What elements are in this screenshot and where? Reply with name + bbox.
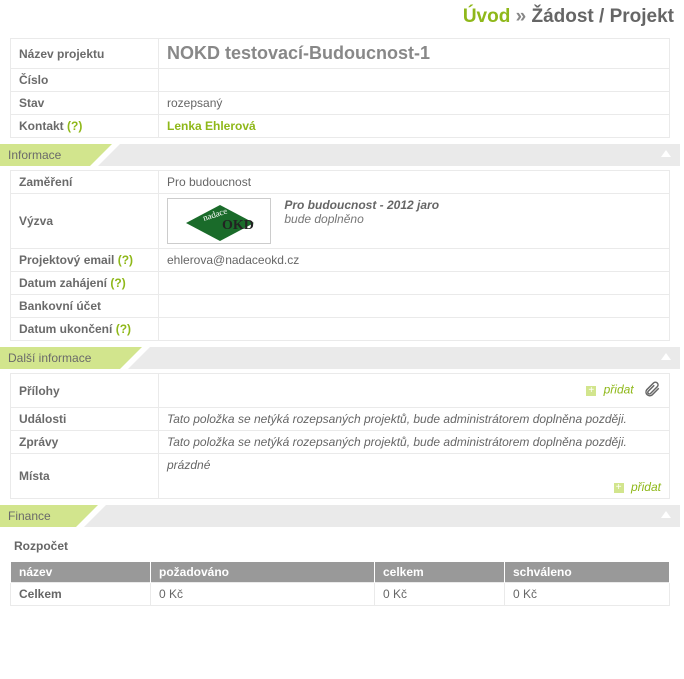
- cell-row-label: Celkem: [11, 583, 151, 606]
- label-project-contact: Kontakt (?): [11, 115, 159, 138]
- add-place-link[interactable]: přidat: [631, 480, 661, 494]
- value-zamereni: Pro budoucnost: [159, 171, 670, 194]
- label-vyzva: Výzva: [11, 194, 159, 249]
- section-title-finance: Finance: [0, 505, 76, 527]
- col-approved: schváleno: [505, 562, 670, 583]
- help-icon[interactable]: (?): [67, 119, 82, 133]
- label-udalosti: Události: [11, 408, 159, 431]
- label-prilohy: Přílohy: [11, 374, 159, 408]
- label-zamereni: Zaměření: [11, 171, 159, 194]
- section-bar-dalsi: Další informace: [0, 347, 680, 369]
- breadcrumb-home-link[interactable]: Úvod: [463, 6, 511, 27]
- cell-requested: 0 Kč: [151, 583, 375, 606]
- collapse-icon[interactable]: [658, 508, 674, 524]
- label-project-email: Projektový email (?): [11, 249, 159, 272]
- section-title-informace: Informace: [0, 144, 90, 166]
- section-title-dalsi: Další informace: [0, 347, 120, 369]
- value-project-state: rozepsaný: [159, 92, 670, 115]
- label-bank-account: Bankovní účet: [11, 295, 159, 318]
- label-start-date: Datum zahájení (?): [11, 272, 159, 295]
- msg-udalosti: Tato položka se netýká rozepsaných proje…: [167, 412, 627, 426]
- value-project-email: ehlerova@nadaceokd.cz: [159, 249, 670, 272]
- project-header-table: Název projektu NOKD testovací-Budoucnost…: [10, 38, 670, 138]
- dalsi-table: Přílohy + přidat Události Tato položka s…: [10, 373, 670, 499]
- value-project-number: [159, 69, 670, 92]
- label-zpravy: Zprávy: [11, 431, 159, 454]
- value-mista: prázdné + přidat: [159, 454, 670, 499]
- breadcrumb-separator: »: [516, 6, 527, 27]
- label-mista: Místa: [11, 454, 159, 499]
- label-end-date: Datum ukončení (?): [11, 318, 159, 341]
- mista-empty: prázdné: [167, 458, 210, 472]
- msg-zpravy: Tato položka se netýká rozepsaných proje…: [167, 435, 627, 449]
- breadcrumb: Úvod » Žádost / Projekt: [0, 0, 684, 38]
- col-requested: požadováno: [151, 562, 375, 583]
- label-project-state: Stav: [11, 92, 159, 115]
- vyzva-subtitle: bude doplněno: [284, 212, 439, 226]
- cell-total: 0 Kč: [375, 583, 505, 606]
- label-project-name: Název projektu: [11, 39, 159, 69]
- value-start-date: [159, 272, 670, 295]
- help-icon[interactable]: (?): [118, 253, 133, 267]
- foundation-logo: nadace OKD: [167, 198, 271, 244]
- label-project-number: Číslo: [11, 69, 159, 92]
- table-header-row: název požadováno celkem schváleno: [11, 562, 670, 583]
- budget-heading: Rozpočet: [0, 531, 684, 561]
- plus-icon: +: [586, 386, 596, 396]
- section-bar-informace: Informace: [0, 144, 680, 166]
- project-title: NOKD testovací-Budoucnost-1: [167, 43, 430, 63]
- section-bar-finance: Finance: [0, 505, 680, 527]
- breadcrumb-current: Žádost / Projekt: [531, 6, 674, 27]
- table-row: Celkem 0 Kč 0 Kč 0 Kč: [11, 583, 670, 606]
- vyzva-title: Pro budoucnost - 2012 jaro: [284, 198, 439, 212]
- paperclip-icon[interactable]: [643, 380, 661, 401]
- value-vyzva: nadace OKD Pro budoucnost - 2012 jaro bu…: [159, 194, 670, 249]
- cell-approved: 0 Kč: [505, 583, 670, 606]
- budget-table: název požadováno celkem schváleno Celkem…: [10, 561, 670, 606]
- help-icon[interactable]: (?): [110, 276, 125, 290]
- add-attachment-link[interactable]: přidat: [604, 383, 634, 397]
- svg-text:OKD: OKD: [222, 218, 254, 233]
- collapse-icon[interactable]: [658, 147, 674, 163]
- plus-icon: +: [614, 483, 624, 493]
- col-name: název: [11, 562, 151, 583]
- collapse-icon[interactable]: [658, 350, 674, 366]
- help-icon[interactable]: (?): [116, 322, 131, 336]
- contact-link[interactable]: Lenka Ehlerová: [167, 119, 256, 133]
- value-bank-account: [159, 295, 670, 318]
- value-prilohy: + přidat: [159, 374, 670, 408]
- value-end-date: [159, 318, 670, 341]
- col-total: celkem: [375, 562, 505, 583]
- info-table: Zaměření Pro budoucnost Výzva nadace OKD…: [10, 170, 670, 341]
